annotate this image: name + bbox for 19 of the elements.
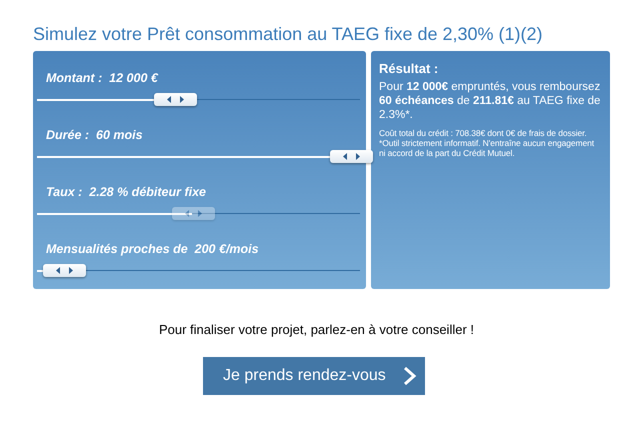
slider-track[interactable] — [37, 150, 373, 164]
slider-thumb[interactable] — [330, 150, 373, 163]
result-note: Coût total du crédit : 708.38€ dont 0€ de frais de dossier. *Outil strictement informatif. N'entraîne aucun engagement ni accord de la part du Crédit Mutuel. — [379, 128, 596, 158]
slider-label: Durée : 60 mois — [46, 128, 143, 142]
slider-label: Mensualités proches de 200 €/mois — [46, 242, 259, 256]
slider-label: Montant : 12 000 € — [46, 71, 158, 85]
slider-thumb[interactable] — [42, 264, 86, 277]
left-right-arrows-icon — [343, 153, 360, 160]
slider-thumb[interactable] — [154, 93, 198, 106]
result-heading: Résultat : — [379, 61, 440, 76]
slider-label: Taux : 2.28 % débiteur fixe — [46, 185, 206, 199]
left-right-arrows-icon — [184, 210, 202, 217]
page-title: Simulez votre Prêt consommation au TAEG fixe de 2,30% (1)(2) — [33, 24, 544, 45]
result-summary: Pour 12 000€ empruntés, vous remboursez 60 échéances de 211.81€ au TAEG fixe de 2.3%*. — [379, 80, 602, 122]
left-right-arrows-icon — [167, 96, 184, 103]
left-right-arrows-icon — [56, 267, 73, 274]
appointment-button[interactable]: Je prends rendez-vous — [203, 357, 425, 395]
chevron-right-icon — [403, 366, 417, 386]
advice-text: Pour finaliser votre projet, parlez-en à votre conseiller ! — [158, 322, 476, 337]
